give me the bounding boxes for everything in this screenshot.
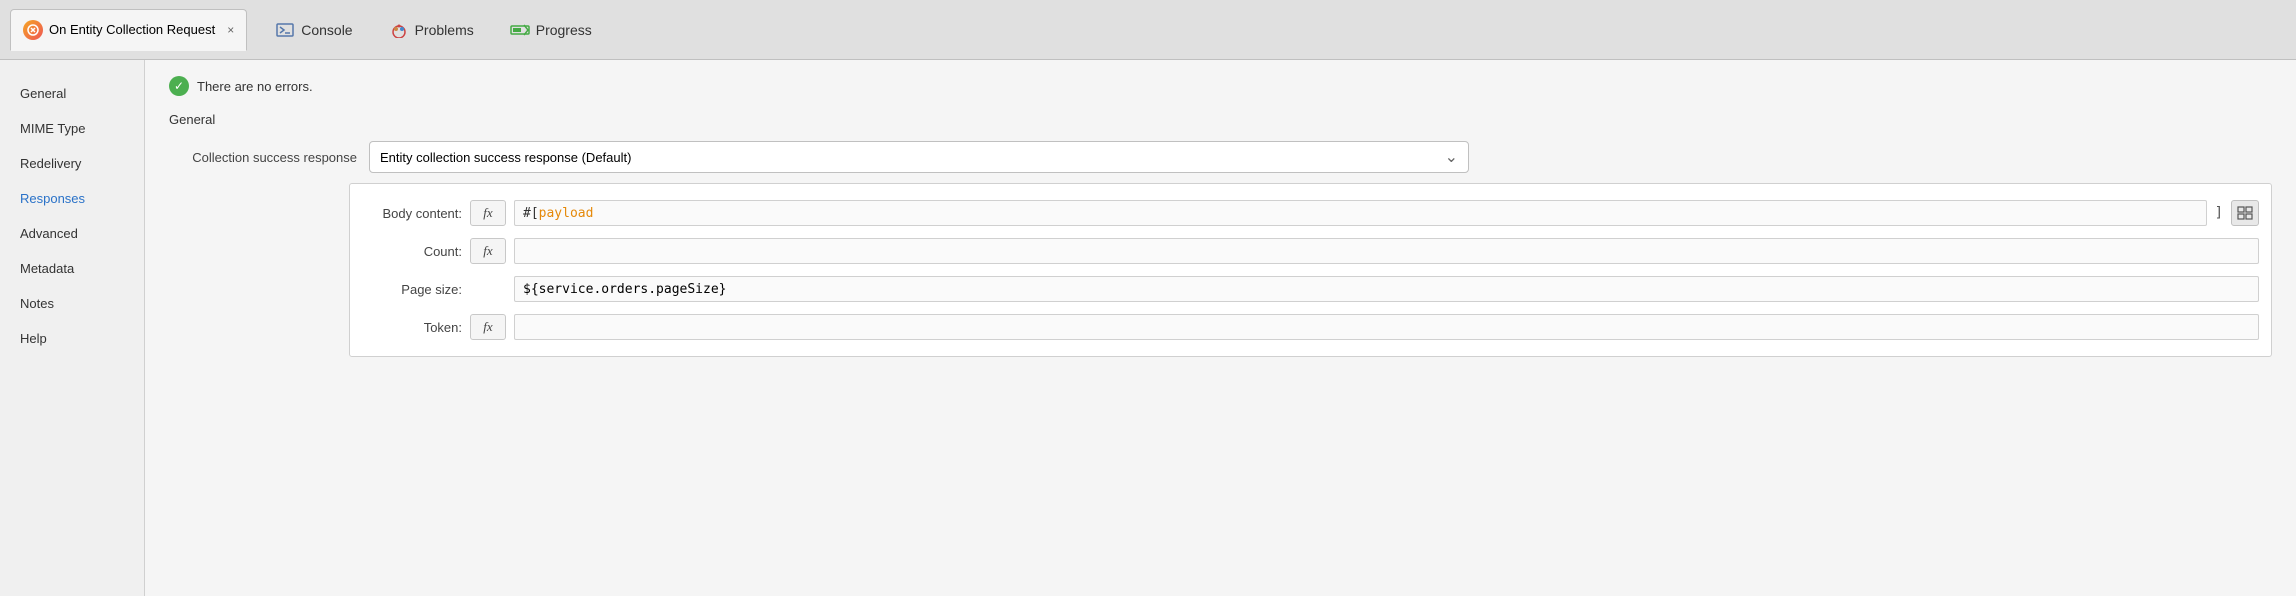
dropdown-arrow-icon: ⌄ bbox=[1445, 147, 1458, 167]
sidebar-item-mime-type[interactable]: MIME Type bbox=[0, 111, 144, 146]
payload-text: payload bbox=[539, 206, 594, 221]
content-area: ✓ There are no errors. General Collectio… bbox=[145, 60, 2296, 596]
fx-icon-token: fx bbox=[483, 319, 492, 335]
token-row: Token: fx bbox=[350, 308, 2271, 346]
sidebar-item-redelivery[interactable]: Redelivery bbox=[0, 146, 144, 181]
fx-icon: fx bbox=[483, 205, 492, 221]
progress-tab-label: Progress bbox=[536, 22, 592, 38]
sidebar-item-general[interactable]: General bbox=[0, 76, 144, 111]
top-tabs: Console Problems Progress bbox=[247, 0, 620, 60]
token-input[interactable] bbox=[514, 314, 2259, 340]
tab-close-button[interactable]: × bbox=[227, 23, 234, 37]
sidebar-item-advanced[interactable]: Advanced bbox=[0, 216, 144, 251]
console-icon bbox=[275, 22, 295, 38]
problems-tab-label: Problems bbox=[415, 22, 474, 38]
sidebar: General MIME Type Redelivery Responses A… bbox=[0, 60, 145, 596]
tab-label: On Entity Collection Request bbox=[49, 22, 215, 37]
count-fx-button[interactable]: fx bbox=[470, 238, 506, 264]
body-content-label: Body content: bbox=[362, 206, 462, 221]
body-content-row: Body content: fx #[ payload ] bbox=[350, 194, 2271, 232]
count-label: Count: bbox=[362, 244, 462, 259]
problems-icon bbox=[389, 22, 409, 38]
progress-icon bbox=[510, 22, 530, 38]
sidebar-item-help[interactable]: Help bbox=[0, 321, 144, 356]
token-fx-button[interactable]: fx bbox=[470, 314, 506, 340]
count-row: Count: fx bbox=[350, 232, 2271, 270]
title-bar: On Entity Collection Request × Console bbox=[0, 0, 2296, 60]
console-tab[interactable]: Console bbox=[267, 18, 360, 42]
sidebar-item-metadata[interactable]: Metadata bbox=[0, 251, 144, 286]
body-content-bracket-start: #[ bbox=[523, 206, 539, 221]
body-content-input[interactable]: #[ payload bbox=[514, 200, 2207, 226]
collection-success-label: Collection success response bbox=[169, 150, 369, 165]
status-success-icon: ✓ bbox=[169, 76, 189, 96]
status-bar: ✓ There are no errors. bbox=[169, 76, 2272, 96]
collection-success-dropdown[interactable]: Entity collection success response (Defa… bbox=[369, 141, 1469, 173]
inner-form: Body content: fx #[ payload ] bbox=[349, 183, 2272, 357]
page-size-input[interactable] bbox=[514, 276, 2259, 302]
body-content-fx-button[interactable]: fx bbox=[470, 200, 506, 226]
status-message: There are no errors. bbox=[197, 79, 313, 94]
sidebar-item-responses[interactable]: Responses bbox=[0, 181, 144, 216]
fx-icon-count: fx bbox=[483, 243, 492, 259]
page-size-row: Page size: bbox=[350, 270, 2271, 308]
sidebar-item-notes[interactable]: Notes bbox=[0, 286, 144, 321]
body-content-bracket-end: ] bbox=[2215, 205, 2223, 221]
problems-tab[interactable]: Problems bbox=[381, 18, 482, 42]
progress-tab[interactable]: Progress bbox=[502, 18, 600, 42]
active-tab[interactable]: On Entity Collection Request × bbox=[10, 9, 247, 51]
tab-icon bbox=[23, 20, 43, 40]
main-content: General MIME Type Redelivery Responses A… bbox=[0, 60, 2296, 596]
page-size-label: Page size: bbox=[362, 282, 462, 297]
section-title: General bbox=[169, 112, 2272, 127]
count-input[interactable] bbox=[514, 238, 2259, 264]
grid-view-button[interactable] bbox=[2231, 200, 2259, 226]
token-label: Token: bbox=[362, 320, 462, 335]
collection-success-value: Entity collection success response (Defa… bbox=[380, 150, 631, 165]
console-tab-label: Console bbox=[301, 22, 352, 38]
collection-success-row: Collection success response Entity colle… bbox=[169, 141, 2272, 173]
